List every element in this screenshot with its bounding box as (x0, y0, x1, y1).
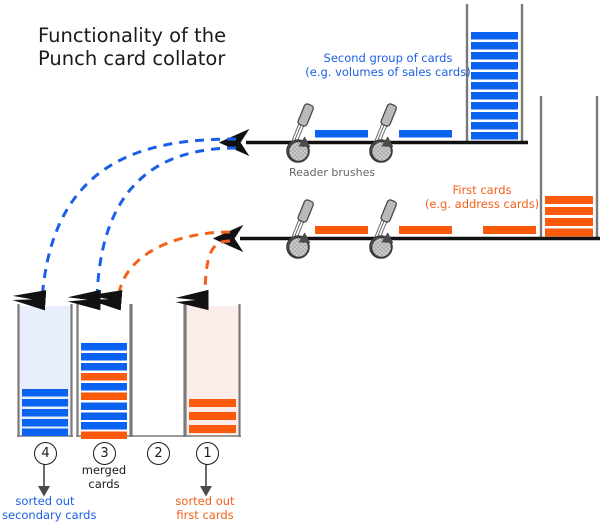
track-lower-cards (315, 226, 536, 234)
label-reader-brushes: Reader brushes (289, 166, 376, 179)
flow-blue-to-bin3 (67, 146, 237, 311)
label-sorted-out-secondary-cards: sorted out secondary cards (2, 494, 97, 522)
hopper-first-cards[interactable] (539, 96, 599, 238)
label-first-cards: First cards (e.g. address cards) (424, 183, 540, 211)
bin-1[interactable] (184, 304, 241, 437)
flow-orange-to-bin1 (175, 239, 231, 311)
bin-number-1[interactable]: 1 (196, 442, 219, 465)
brush-upper-2 (369, 103, 397, 163)
hopper-second-group-cards (471, 32, 518, 140)
flow-blue-to-bin4 (12, 137, 237, 311)
title-line-2: Punch card collator (38, 47, 226, 70)
bin-number-2[interactable]: 2 (147, 442, 170, 465)
label-second-group-of-cards: Second group of cards (e.g. volumes of s… (305, 51, 471, 79)
bin-number-4[interactable]: 4 (34, 442, 57, 465)
bin-2[interactable] (130, 304, 186, 437)
bin-number-3[interactable]: 3 (93, 442, 116, 465)
title-line-1: Functionality of the (38, 24, 227, 47)
brush-upper-1 (286, 103, 314, 163)
diagram-canvas: Functionality of the Punch card collator … (0, 0, 600, 523)
brush-lower-2 (369, 199, 397, 259)
bin-4-cards (22, 389, 68, 436)
bin-3[interactable] (76, 304, 132, 439)
label-merged-cards: merged cards (81, 463, 127, 491)
page-title: Functionality of the Punch card collator (38, 24, 226, 70)
flow-orange-to-bin3 (88, 230, 231, 311)
label-sorted-out-first-cards: sorted out first cards (175, 494, 235, 522)
brush-lower-1 (286, 199, 314, 259)
bin-4[interactable] (17, 304, 73, 437)
bin-1-cards (189, 399, 236, 433)
